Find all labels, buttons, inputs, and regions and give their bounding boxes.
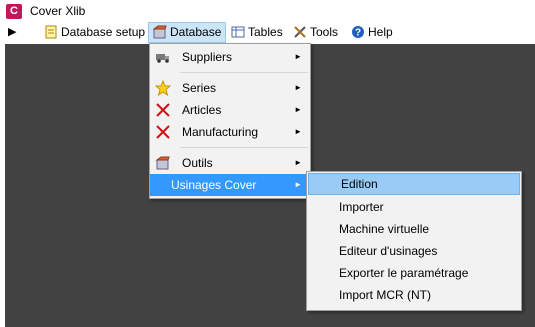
menu-item-label: Importer bbox=[339, 200, 384, 214]
menu-label: Tools bbox=[310, 25, 339, 39]
submenu-arrow-icon: ► bbox=[294, 127, 302, 136]
submenu-arrow-icon: ► bbox=[294, 158, 302, 167]
menu-item-exporter-parametrage[interactable]: Exporter le paramétrage bbox=[307, 262, 521, 284]
menu-item-usinages-cover[interactable]: Usinages Cover ► bbox=[150, 174, 310, 196]
menu-item-machine-virtuelle[interactable]: Machine virtuelle bbox=[307, 218, 521, 240]
menu-item-label: Manufacturing bbox=[182, 125, 259, 139]
title-bar: C Cover Xlib bbox=[0, 0, 535, 22]
menu-item-suppliers[interactable]: Suppliers ► bbox=[150, 46, 310, 68]
usinages-cover-submenu: Edition Importer Machine virtuelle Edite… bbox=[306, 171, 522, 311]
menu-item-series[interactable]: Series ► bbox=[150, 77, 310, 99]
submenu-arrow-icon: ► bbox=[294, 105, 302, 114]
menu-item-edition[interactable]: Edition bbox=[308, 173, 520, 195]
menu-item-label: Machine virtuelle bbox=[339, 222, 430, 236]
truck-icon bbox=[156, 54, 169, 63]
menu-item-importer[interactable]: Importer bbox=[307, 196, 521, 218]
menu-separator bbox=[180, 147, 308, 148]
svg-text:?: ? bbox=[355, 28, 361, 39]
database-icon bbox=[155, 156, 170, 170]
menu-item-label: Suppliers bbox=[182, 50, 233, 64]
menu-item-outils[interactable]: Outils ► bbox=[150, 152, 310, 174]
menu-database-setup[interactable]: Database setup bbox=[40, 23, 149, 42]
menu-item-manufacturing[interactable]: Manufacturing ► bbox=[150, 121, 310, 143]
submenu-arrow-icon: ► bbox=[294, 83, 302, 92]
menu-tools[interactable]: Tools bbox=[289, 23, 342, 42]
menu-item-label: Articles bbox=[182, 103, 222, 117]
cross-icon bbox=[156, 103, 170, 117]
menu-label: Database setup bbox=[61, 25, 146, 39]
menu-item-editeur-usinages[interactable]: Editeur d'usinages bbox=[307, 240, 521, 262]
menu-item-articles[interactable]: Articles ► bbox=[150, 99, 310, 121]
window-title: Cover Xlib bbox=[30, 4, 86, 18]
menu-item-label: Exporter le paramétrage bbox=[339, 266, 469, 280]
menu-separator bbox=[180, 72, 308, 73]
menu-help[interactable]: ? Help bbox=[347, 23, 397, 42]
document-icon bbox=[45, 25, 57, 39]
play-arrow-icon[interactable]: ▶ bbox=[8, 25, 16, 38]
menu-item-import-mcr[interactable]: Import MCR (NT) bbox=[307, 284, 521, 306]
menu-label: Tables bbox=[248, 25, 283, 39]
menu-item-label: Import MCR (NT) bbox=[339, 288, 431, 302]
submenu-arrow-icon: ► bbox=[294, 180, 302, 189]
menu-bar: ▶ Database setup Database Tables Tools ? bbox=[0, 22, 535, 43]
star-icon bbox=[155, 80, 171, 96]
menu-item-label: Editeur d'usinages bbox=[339, 244, 438, 258]
menu-item-label: Usinages Cover bbox=[171, 178, 257, 192]
menu-item-label: Edition bbox=[341, 177, 378, 191]
menu-item-label: Outils bbox=[182, 156, 213, 170]
menu-label: Database bbox=[170, 25, 222, 39]
database-menu: Suppliers ► Series ► Articles ► Manufact… bbox=[149, 43, 311, 199]
menu-database[interactable]: Database bbox=[148, 22, 227, 43]
help-icon: ? bbox=[352, 26, 364, 39]
submenu-arrow-icon: ► bbox=[294, 52, 302, 61]
app-icon: C bbox=[6, 4, 22, 19]
tools-icon bbox=[294, 26, 306, 38]
menu-label: Help bbox=[368, 25, 393, 39]
menu-item-label: Series bbox=[182, 81, 217, 95]
database-icon bbox=[153, 25, 167, 39]
menu-tables[interactable]: Tables bbox=[227, 23, 287, 42]
cross-icon bbox=[156, 125, 170, 139]
table-icon bbox=[231, 26, 245, 38]
